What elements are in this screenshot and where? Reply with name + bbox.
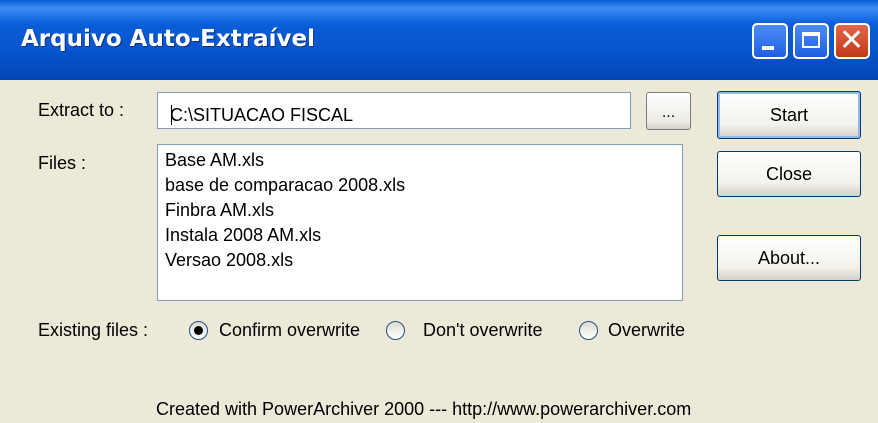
browse-button[interactable]: ... xyxy=(646,92,691,130)
footer-credit: Created with PowerArchiver 2000 --- http… xyxy=(156,399,692,419)
extract-path-input[interactable]: C:\SITUACAO FISCAL xyxy=(157,92,631,129)
radio-dont-overwrite[interactable] xyxy=(386,321,405,340)
close-button[interactable]: Close xyxy=(717,151,861,197)
radio-confirm-overwrite-label[interactable]: Confirm overwrite xyxy=(219,320,360,341)
minimize-icon xyxy=(762,46,774,50)
file-list-item[interactable]: Versao 2008.xls xyxy=(165,250,293,271)
window-title: Arquivo Auto-Extraível xyxy=(21,26,315,52)
radio-dont-overwrite-label[interactable]: Don't overwrite xyxy=(423,320,542,341)
file-list-item[interactable]: Finbra AM.xls xyxy=(165,200,274,221)
start-button[interactable]: Start xyxy=(717,91,861,139)
maximize-icon xyxy=(802,32,820,48)
close-icon: ✕ xyxy=(839,23,865,58)
existing-files-label: Existing files : xyxy=(38,320,149,340)
files-listbox[interactable]: Base AM.xls base de comparacao 2008.xls … xyxy=(157,144,683,301)
close-window-button[interactable]: ✕ xyxy=(834,23,870,59)
about-button[interactable]: About... xyxy=(717,235,861,281)
file-list-item[interactable]: Base AM.xls xyxy=(165,150,264,171)
radio-overwrite[interactable] xyxy=(579,321,598,340)
radio-selected-dot xyxy=(194,326,203,335)
file-list-item[interactable]: Instala 2008 AM.xls xyxy=(165,225,321,246)
extract-path-value: C:\SITUACAO FISCAL xyxy=(170,105,354,125)
radio-confirm-overwrite[interactable] xyxy=(189,321,208,340)
radio-overwrite-label[interactable]: Overwrite xyxy=(608,320,685,341)
minimize-button[interactable] xyxy=(752,23,788,59)
extract-to-label: Extract to : xyxy=(38,100,125,120)
files-label: Files : xyxy=(38,153,87,173)
file-list-item[interactable]: base de comparacao 2008.xls xyxy=(165,175,405,196)
text-caret xyxy=(171,105,172,125)
maximize-button[interactable] xyxy=(793,23,829,59)
title-bar[interactable]: Arquivo Auto-Extraível ✕ xyxy=(0,0,878,80)
self-extractor-window: Arquivo Auto-Extraível ✕ Extract to : C:… xyxy=(0,0,878,423)
